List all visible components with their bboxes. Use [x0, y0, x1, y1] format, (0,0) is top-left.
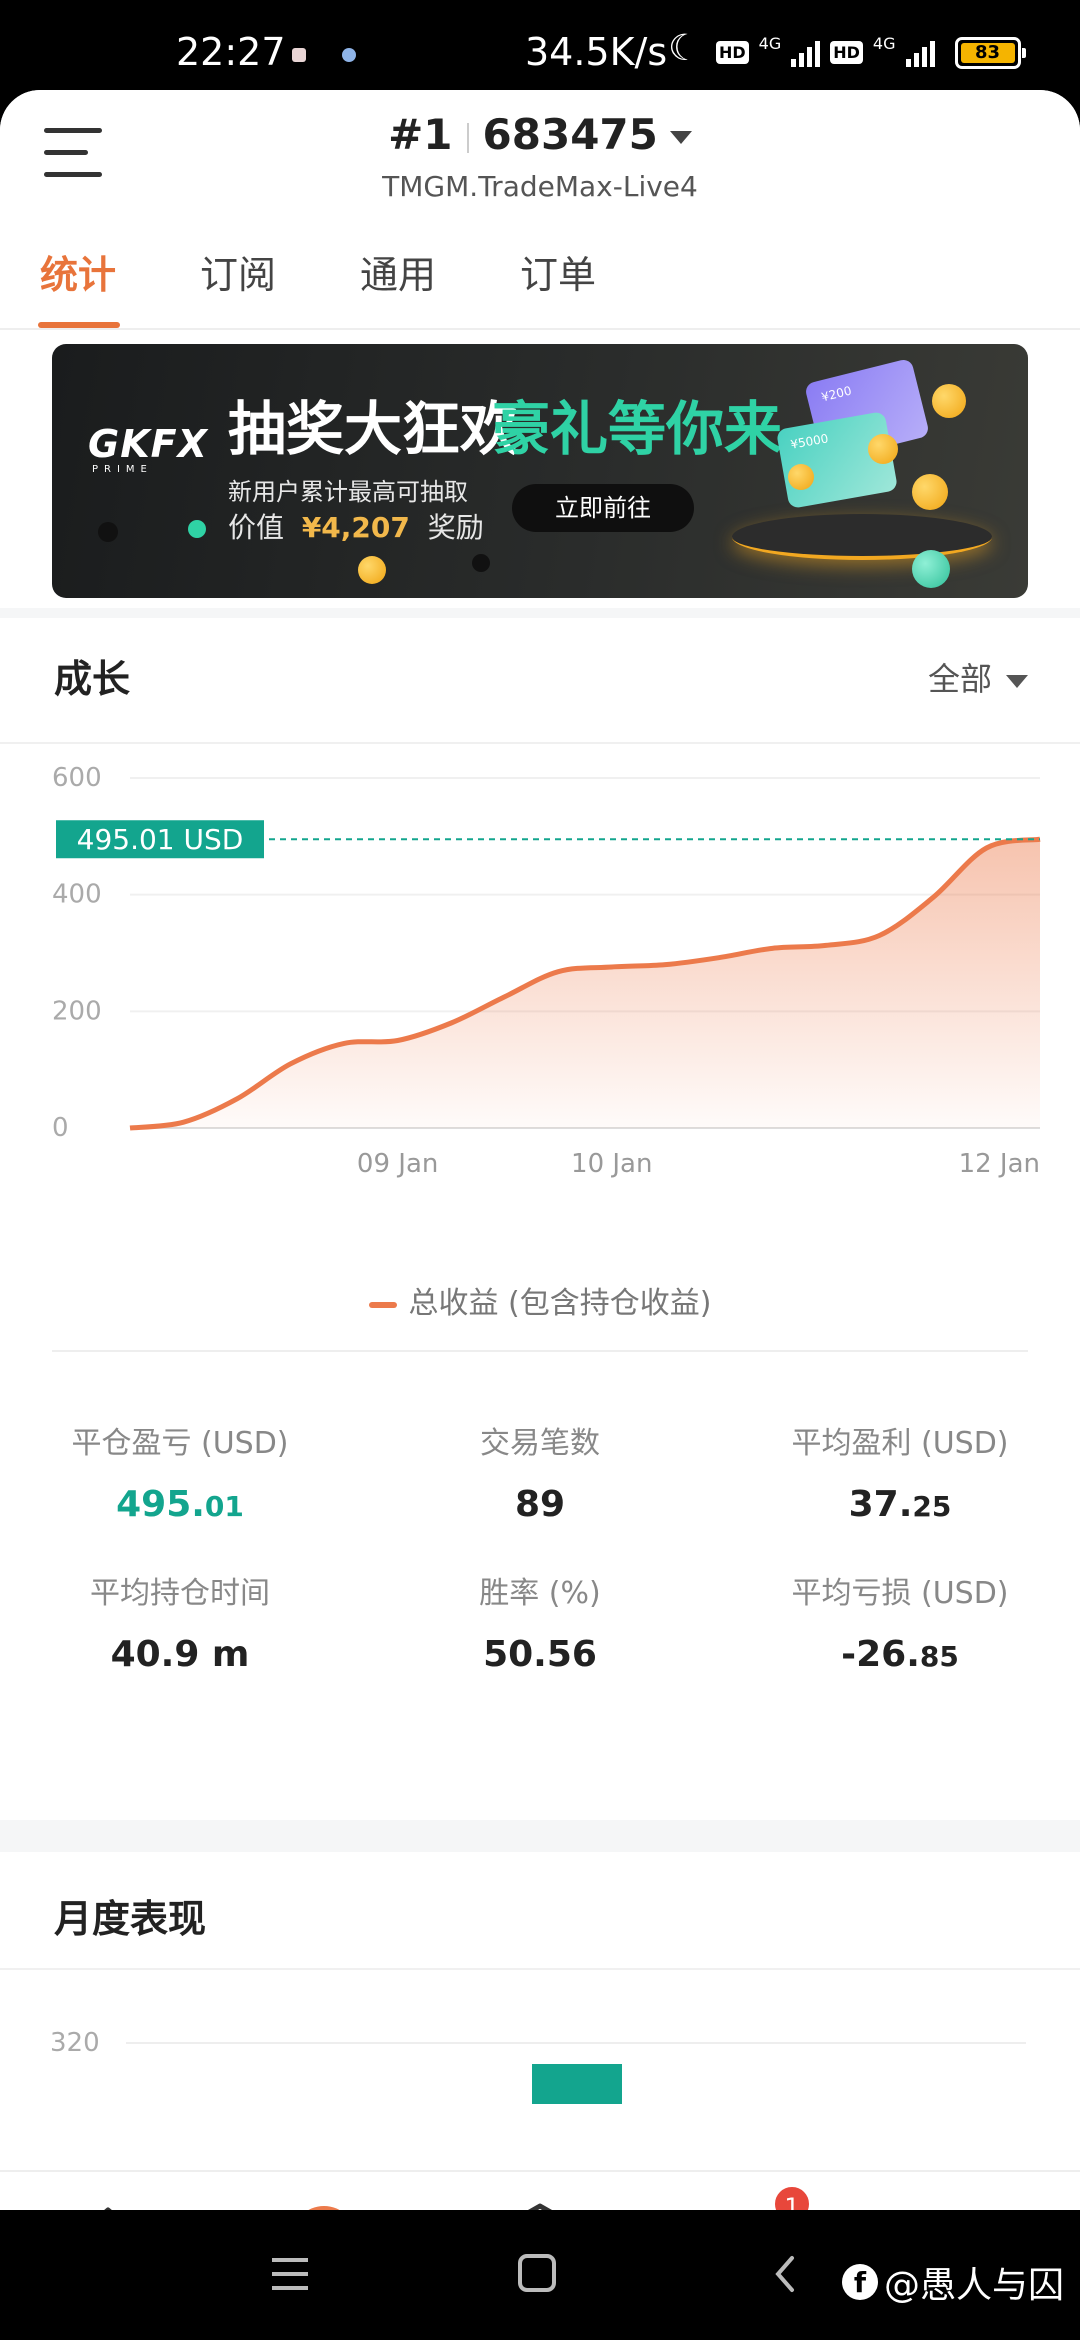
- avg-profit-value: 37.25: [848, 1484, 952, 1525]
- tab-bar: 统计 订阅 通用 订单: [0, 222, 1080, 330]
- stat-closed-pnl: 平仓盈亏 (USD) 495.01: [30, 1418, 330, 1525]
- monthly-card: 月度表现 320: [0, 1852, 1080, 2210]
- legend-swatch: [368, 1301, 397, 1308]
- bottom-nav: 1: [0, 2170, 1080, 2210]
- stat-avg-profit: 平均盈利 (USD) 37.25: [750, 1418, 1050, 1525]
- orb-decoration: [98, 522, 118, 542]
- battery-level: 83: [960, 42, 1015, 63]
- facebook-icon: f: [842, 2264, 878, 2300]
- caret-down-icon: [669, 131, 692, 144]
- monthly-y-tick: 320: [50, 2028, 100, 2058]
- message-badge: 1: [772, 2184, 812, 2210]
- coin-icon: [932, 384, 966, 418]
- chart-legend: 总收益 (包含持仓收益): [0, 1278, 1080, 1322]
- signal-icon: [791, 39, 821, 67]
- stat-trades: 交易笔数 89: [390, 1418, 690, 1525]
- coin-icon: [868, 434, 898, 464]
- avg-loss-value: -26.85: [841, 1634, 959, 1675]
- x-tick-label: 10 Jan: [571, 1149, 652, 1179]
- banner-line2: 价值 ¥4,207 奖励: [228, 511, 484, 544]
- gift-cards-illustration: ¥200 ¥5000: [775, 357, 931, 520]
- x-tick-label: 12 Jan: [959, 1149, 1040, 1179]
- growth-chart: 0 200 400 600 09 Jan 10 Jan 12 Jan 495.01 USD: [52, 763, 1041, 1179]
- x-tick-label: 09 Jan: [357, 1149, 438, 1179]
- divider: [52, 1350, 1028, 1352]
- trade-icon[interactable]: [504, 2202, 576, 2210]
- banner-title: 抽奖大狂欢: [228, 395, 519, 463]
- orb-decoration: [912, 550, 950, 588]
- server-name: TMGM.TradeMax-Live4: [382, 170, 698, 203]
- active-tab-indicator: [38, 322, 120, 328]
- notification-icon: [292, 48, 306, 62]
- messages-icon[interactable]: 1: [724, 2184, 812, 2210]
- hd-badge-2: HD: [830, 41, 863, 64]
- signal-icon-2: [905, 39, 935, 67]
- watermark: f @愚人与囚: [842, 2256, 1064, 2308]
- period-filter[interactable]: 全部: [928, 654, 1028, 700]
- home-system-icon[interactable]: [516, 2252, 558, 2294]
- coin-icon: [912, 474, 948, 510]
- account-selector[interactable]: #1 683475: [0, 110, 1080, 159]
- trades-value: 89: [514, 1484, 566, 1525]
- divider: [0, 742, 1080, 744]
- back-icon[interactable]: [770, 2254, 800, 2294]
- coin-icon: [788, 464, 814, 490]
- y-tick-label: 600: [52, 763, 102, 793]
- growth-card: 成长 全部 0 200 400 600 09 Jan 10 Jan 12 Jan 495.0…: [0, 618, 1080, 1820]
- app-screen: #1 683475 TMGM.TradeMax-Live4 统计 订阅 通用 订单…: [0, 90, 1080, 2210]
- monthly-gridline: [126, 2042, 1026, 2044]
- moon-icon: ☾: [668, 28, 701, 69]
- home-icon[interactable]: [72, 2202, 144, 2210]
- network-label: 4G: [758, 34, 782, 53]
- promo-banner[interactable]: GKFX PRIME 抽奖大狂欢 豪礼等你来 新用户累计最高可抽取 价值 ¥4,…: [52, 344, 1028, 598]
- closed-pnl-value: 495.01: [116, 1484, 244, 1525]
- tab-subscribe[interactable]: 订阅: [200, 244, 276, 299]
- coin-icon: [358, 556, 386, 584]
- banner-title-accent: 豪礼等你来: [492, 395, 783, 463]
- stat-avg-hold: 平均持仓时间 40.9 m: [30, 1568, 330, 1675]
- net-speed: 34.5K/s: [525, 30, 668, 74]
- divider: [0, 1968, 1080, 1970]
- monthly-bar[interactable]: [532, 2064, 622, 2104]
- tab-general[interactable]: 通用: [360, 244, 436, 299]
- app-notification-icon: [342, 48, 356, 62]
- stat-win-rate: 胜率 (%) 50.56: [390, 1568, 690, 1675]
- status-time: 22:27: [176, 30, 286, 74]
- growth-title: 成长: [54, 657, 131, 701]
- growth-area: [130, 839, 1040, 1128]
- account-number: 683475: [482, 110, 658, 159]
- feed-icon[interactable]: [288, 2202, 360, 2210]
- banner-amount: ¥4,207: [301, 511, 410, 544]
- y-tick-label: 200: [52, 996, 102, 1026]
- caret-down-icon: [1006, 674, 1028, 688]
- y-tick-label: 0: [52, 1113, 69, 1143]
- recent-apps-icon[interactable]: [268, 2254, 312, 2294]
- battery-icon: 83: [954, 36, 1026, 69]
- banner-logo-sub: PRIME: [92, 464, 153, 475]
- current-value-label: 495.01 USD: [77, 823, 244, 856]
- status-bar: 22:27 34.5K/s ☾ HD 4G HD 4G 83: [0, 0, 1080, 90]
- y-tick-label: 400: [52, 880, 102, 910]
- monthly-title: 月度表现: [54, 1897, 207, 1941]
- profile-card-icon[interactable]: [936, 2202, 1008, 2210]
- banner-go-button[interactable]: 立即前往: [512, 484, 694, 532]
- account-index: #1: [388, 110, 453, 159]
- stage-decoration: [732, 514, 992, 560]
- signal-group: HD 4G HD 4G 83: [716, 34, 1026, 71]
- avg-hold-value: 40.9 m: [110, 1634, 250, 1675]
- win-rate-value: 50.56: [483, 1634, 597, 1675]
- header: #1 683475 TMGM.TradeMax-Live4: [0, 90, 1080, 222]
- network-label-2: 4G: [872, 34, 896, 53]
- hd-badge: HD: [716, 41, 749, 64]
- banner-line1: 新用户累计最高可抽取: [228, 478, 468, 506]
- banner-section: GKFX PRIME 抽奖大狂欢 豪礼等你来 新用户累计最高可抽取 价值 ¥4,…: [0, 330, 1080, 608]
- tab-stats[interactable]: 统计: [40, 244, 116, 299]
- banner-logo: GKFX: [88, 422, 208, 466]
- orb-decoration: [472, 554, 490, 572]
- system-nav-bar: f @愚人与囚: [0, 2210, 1080, 2340]
- stat-avg-loss: 平均亏损 (USD) -26.85: [750, 1568, 1050, 1675]
- orb-decoration: [188, 520, 206, 538]
- tab-orders[interactable]: 订单: [520, 244, 596, 299]
- legend-label: 总收益 (包含持仓收益): [408, 1286, 712, 1321]
